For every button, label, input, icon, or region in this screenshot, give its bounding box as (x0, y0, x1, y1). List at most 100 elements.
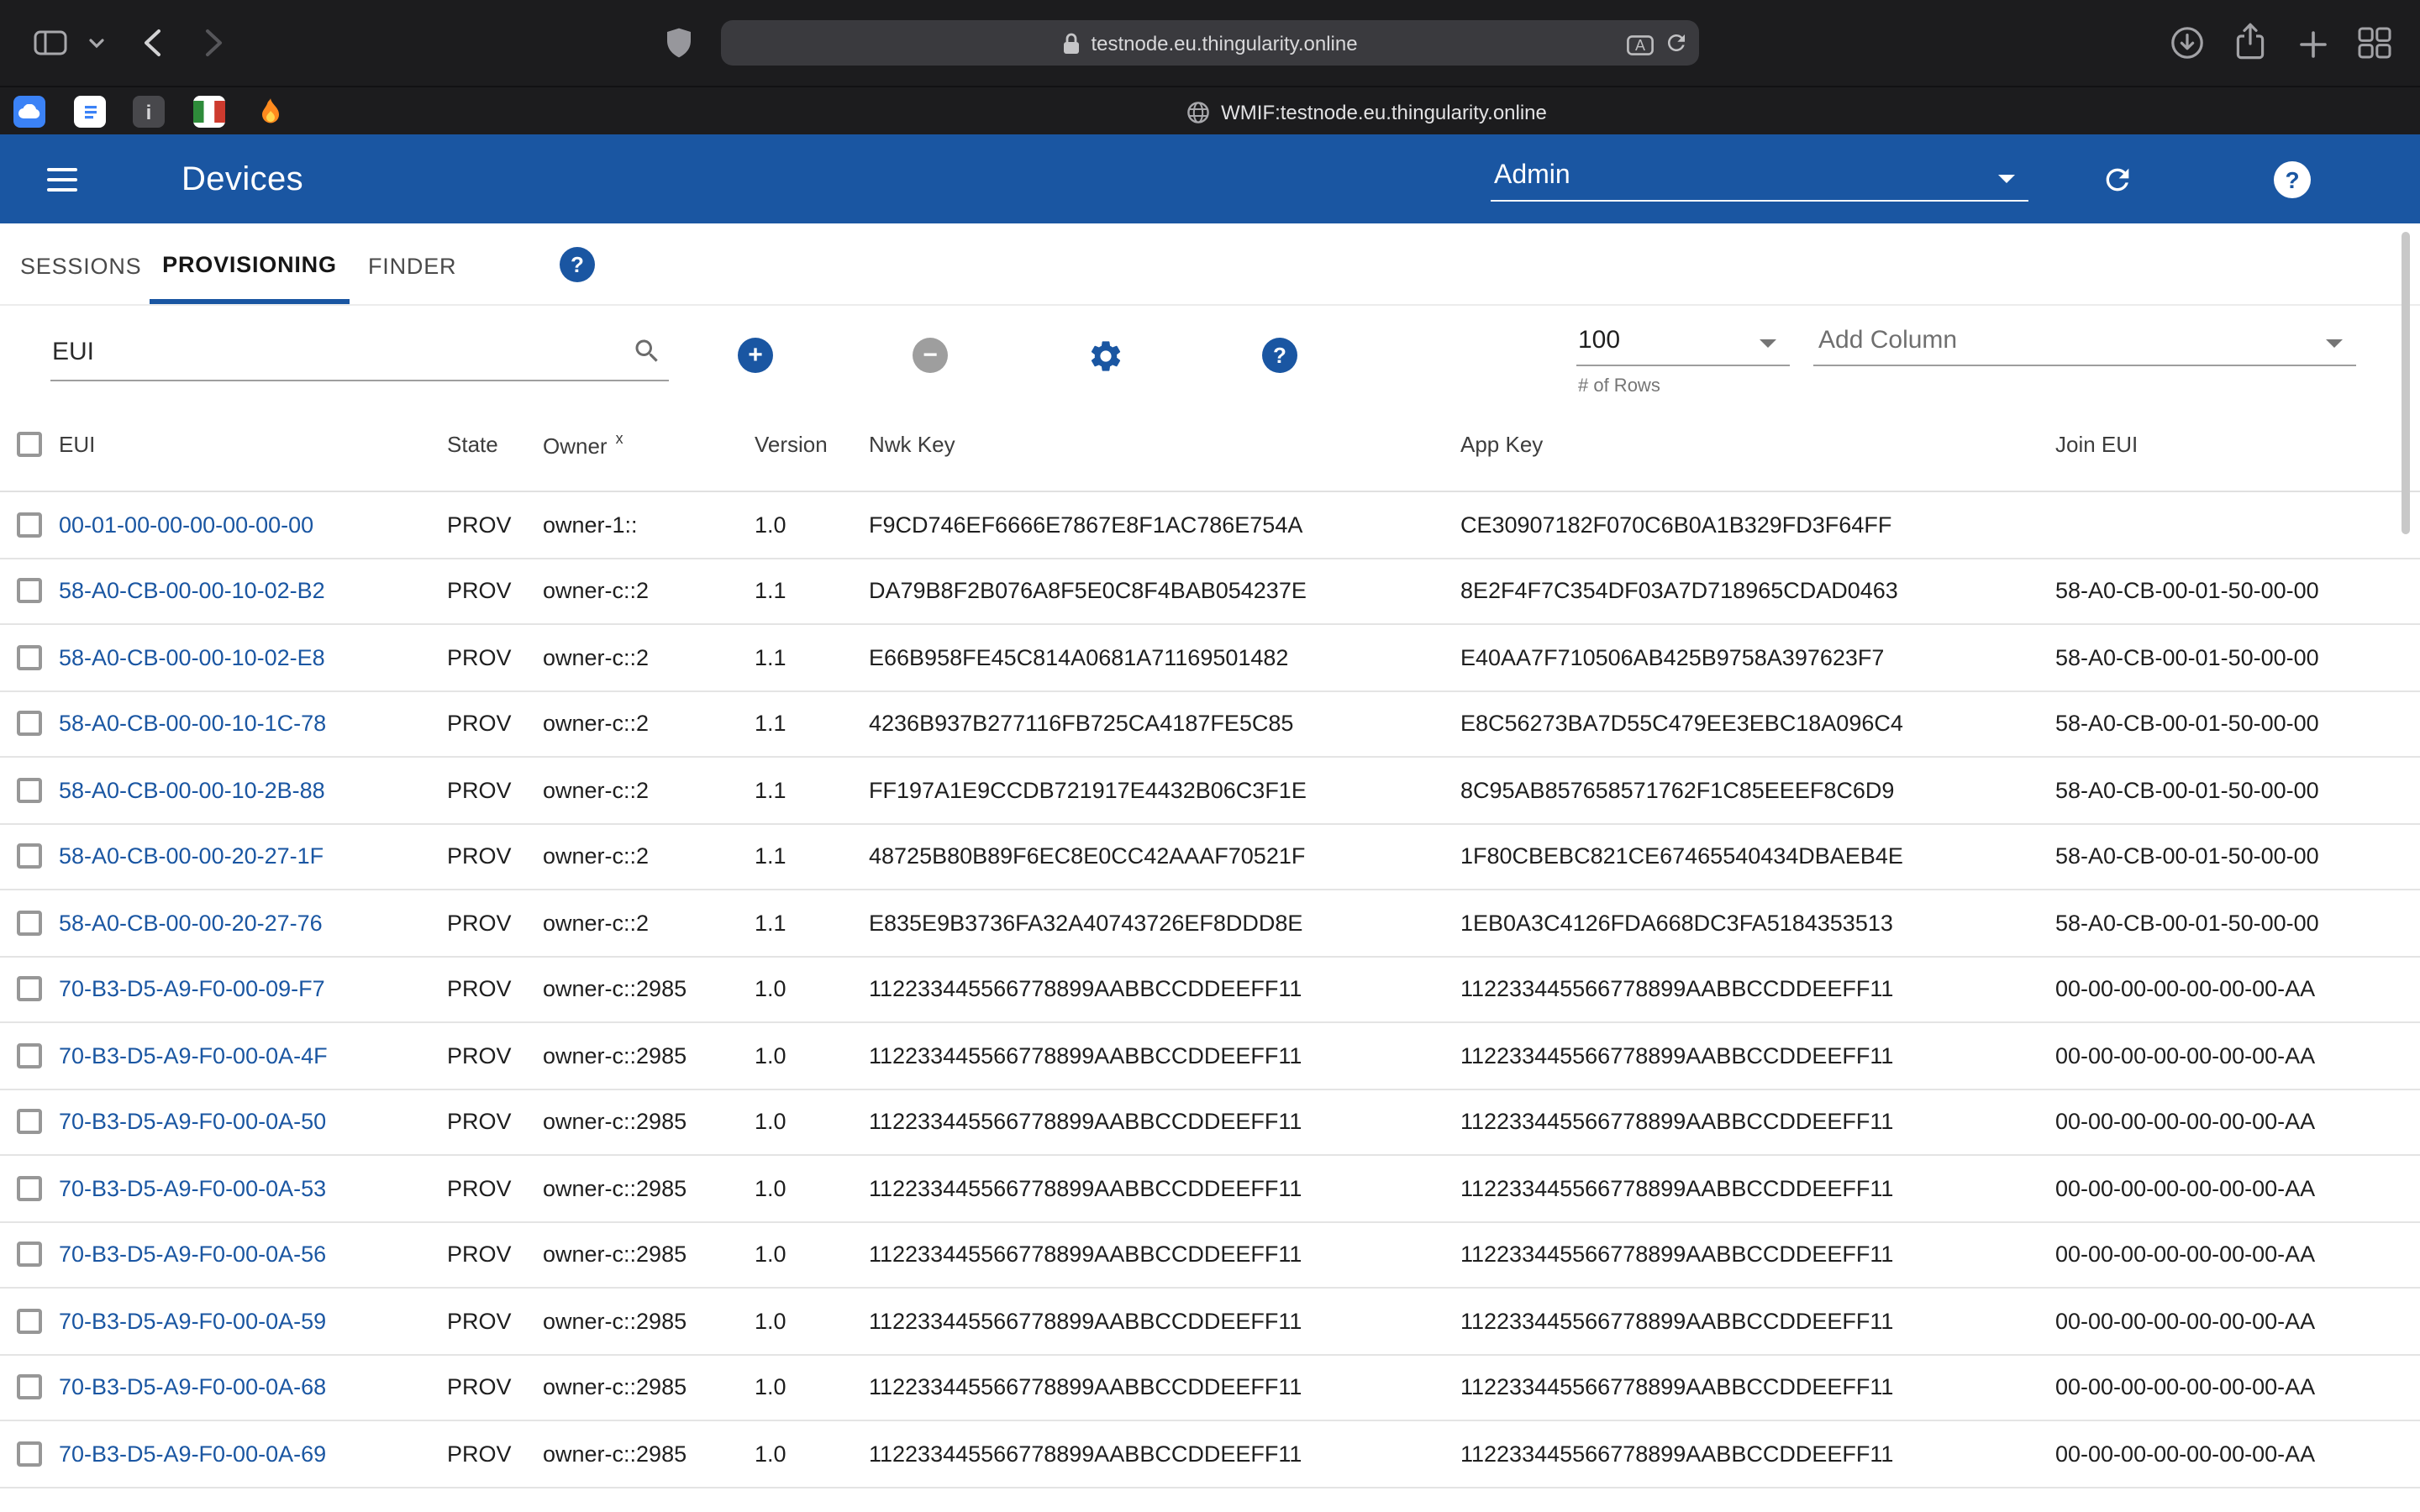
chevron-down-icon[interactable] (89, 39, 104, 49)
column-header-eui[interactable]: EUI (59, 432, 447, 457)
cell-eui-link[interactable]: 70-B3-D5-A9-F0-00-0A-59 (59, 1309, 447, 1334)
help-icon[interactable]: ? (560, 247, 595, 282)
tab-finder[interactable]: FINDER (368, 254, 456, 279)
cell-state: PROV (447, 844, 543, 869)
cell-nwk-key: DA79B8F2B076A8F5E0C8F4BAB054237E (869, 579, 1460, 604)
row-checkbox[interactable] (17, 1375, 42, 1400)
eui-search-input[interactable]: EUI (50, 306, 669, 381)
cell-nwk-key: 112233445566778899AABBCCDDEEFF11 (869, 1043, 1460, 1068)
rows-per-page-caption: # of Rows (1578, 376, 1660, 396)
page-title: Devices (182, 161, 303, 200)
row-checkbox[interactable] (17, 512, 42, 538)
cell-join-eui: 00-00-00-00-00-00-00-AA (2055, 1242, 2420, 1268)
downloads-icon[interactable] (2170, 25, 2205, 60)
cell-nwk-key: E835E9B3736FA32A40743726EF8DDD8E (869, 911, 1460, 936)
cell-eui-link[interactable]: 58-A0-CB-00-00-10-02-E8 (59, 645, 447, 670)
column-header-state[interactable]: State (447, 432, 543, 457)
sidebar-toggle-icon[interactable] (34, 30, 67, 55)
help-icon[interactable]: ? (1262, 338, 1297, 373)
translate-icon[interactable]: A (1627, 34, 1654, 64)
column-header-nwk-key[interactable]: Nwk Key (869, 432, 1460, 457)
url-bar[interactable]: testnode.eu.thingularity.online A (721, 20, 1699, 66)
row-checkbox[interactable] (17, 1043, 42, 1068)
cell-eui-link[interactable]: 58-A0-CB-00-00-20-27-1F (59, 844, 447, 869)
row-checkbox[interactable] (17, 844, 42, 869)
column-header-version[interactable]: Version (755, 432, 869, 457)
cell-join-eui: 00-00-00-00-00-00-00-AA (2055, 1309, 2420, 1334)
cell-state: PROV (447, 1110, 543, 1135)
column-header-app-key[interactable]: App Key (1460, 432, 2055, 457)
add-column-placeholder: Add Column (1818, 326, 1957, 354)
cell-owner: owner-c::2985 (543, 1176, 755, 1201)
cell-eui-link[interactable]: 70-B3-D5-A9-F0-00-0A-68 (59, 1375, 447, 1400)
cell-app-key: E8C56273BA7D55C479EE3EBC18A096C4 (1460, 711, 2055, 737)
column-header-join-eui[interactable]: Join EUI (2055, 432, 2420, 457)
column-header-owner[interactable]: Ownerx (543, 430, 755, 459)
cell-eui-link[interactable]: 70-B3-D5-A9-F0-00-0A-50 (59, 1110, 447, 1135)
shield-icon[interactable] (666, 27, 692, 59)
cell-eui-link[interactable]: 70-B3-D5-A9-F0-00-0A-56 (59, 1242, 447, 1268)
tab-overview-icon[interactable] (2358, 27, 2391, 59)
table-row: 70-B3-D5-A9-F0-00-0A-4F PROV owner-c::29… (0, 1023, 2420, 1089)
tab-sessions[interactable]: SESSIONS (20, 254, 141, 279)
pinned-tab-flag-icon[interactable] (193, 96, 225, 128)
cell-eui-link[interactable]: 58-A0-CB-00-00-20-27-76 (59, 911, 447, 936)
reload-icon[interactable] (1664, 30, 1689, 64)
row-checkbox[interactable] (17, 1309, 42, 1334)
cell-eui-link[interactable]: 70-B3-D5-A9-F0-00-09-F7 (59, 977, 447, 1002)
new-tab-icon[interactable] (2299, 30, 2328, 59)
add-column-select[interactable]: Add Column (1813, 324, 2356, 366)
cell-nwk-key: 112233445566778899AABBCCDDEEFF11 (869, 1309, 1460, 1334)
table-row: 70-B3-D5-A9-F0-00-0A-68 PROV owner-c::29… (0, 1355, 2420, 1421)
search-icon (632, 336, 662, 366)
cell-state: PROV (447, 778, 543, 803)
settings-gear-icon[interactable] (1087, 338, 1124, 375)
cell-eui-link[interactable]: 70-B3-D5-A9-F0-00-0A-69 (59, 1441, 447, 1467)
section-tabs: SESSIONS PROVISIONING FINDER ? (0, 223, 2420, 306)
cell-state: PROV (447, 645, 543, 670)
select-all-checkbox[interactable] (17, 432, 42, 457)
cell-state: PROV (447, 512, 543, 538)
pinned-tab-document-icon[interactable] (74, 96, 106, 128)
cell-eui-link[interactable]: 58-A0-CB-00-00-10-1C-78 (59, 711, 447, 737)
cell-eui-link[interactable]: 70-B3-D5-A9-F0-00-0A-4F (59, 1043, 447, 1068)
cell-nwk-key: E66B958FE45C814A0681A71169501482 (869, 645, 1460, 670)
back-icon[interactable] (143, 29, 161, 57)
add-button[interactable]: + (738, 338, 773, 373)
row-checkbox[interactable] (17, 645, 42, 670)
row-checkbox[interactable] (17, 1242, 42, 1268)
tab-provisioning[interactable]: PROVISIONING (150, 223, 350, 306)
page-scrollbar[interactable] (2402, 232, 2410, 534)
menu-icon[interactable] (47, 168, 77, 192)
row-checkbox[interactable] (17, 778, 42, 803)
cell-eui-link[interactable]: 58-A0-CB-00-00-10-02-B2 (59, 579, 447, 604)
pinned-tab-info-icon[interactable]: i (133, 96, 165, 128)
cell-eui-link[interactable]: 70-B3-D5-A9-F0-00-0A-53 (59, 1176, 447, 1201)
refresh-icon[interactable] (2101, 163, 2134, 197)
cell-app-key: 112233445566778899AABBCCDDEEFF11 (1460, 1441, 2055, 1467)
cell-app-key: E40AA7F710506AB425B9758A397623F7 (1460, 645, 2055, 670)
cell-version: 1.1 (755, 778, 869, 803)
cell-eui-link[interactable]: 58-A0-CB-00-00-10-2B-88 (59, 778, 447, 803)
row-checkbox[interactable] (17, 1110, 42, 1135)
row-checkbox[interactable] (17, 579, 42, 604)
admin-select[interactable]: Admin (1491, 158, 2028, 202)
cell-owner: owner-c::2 (543, 711, 755, 737)
rows-per-page-select[interactable]: 100 (1576, 324, 1790, 366)
row-checkbox[interactable] (17, 977, 42, 1002)
share-icon[interactable] (2235, 22, 2265, 60)
remove-button[interactable]: − (913, 338, 948, 373)
row-checkbox[interactable] (17, 911, 42, 936)
cell-join-eui: 58-A0-CB-00-01-50-00-00 (2055, 778, 2420, 803)
remove-column-icon[interactable]: x (616, 430, 623, 447)
pinned-tab-flame-icon[interactable] (254, 96, 286, 128)
cell-eui-link[interactable]: 00-01-00-00-00-00-00-00 (59, 512, 447, 538)
row-checkbox[interactable] (17, 1176, 42, 1201)
row-checkbox[interactable] (17, 711, 42, 737)
cell-version: 1.1 (755, 911, 869, 936)
active-browser-tab[interactable]: WMIF:testnode.eu.thingularity.online (313, 87, 2420, 136)
row-checkbox[interactable] (17, 1441, 42, 1467)
pinned-tab-cloud-icon[interactable] (13, 96, 45, 128)
help-icon[interactable]: ? (2274, 161, 2311, 198)
forward-icon[interactable] (205, 29, 224, 57)
